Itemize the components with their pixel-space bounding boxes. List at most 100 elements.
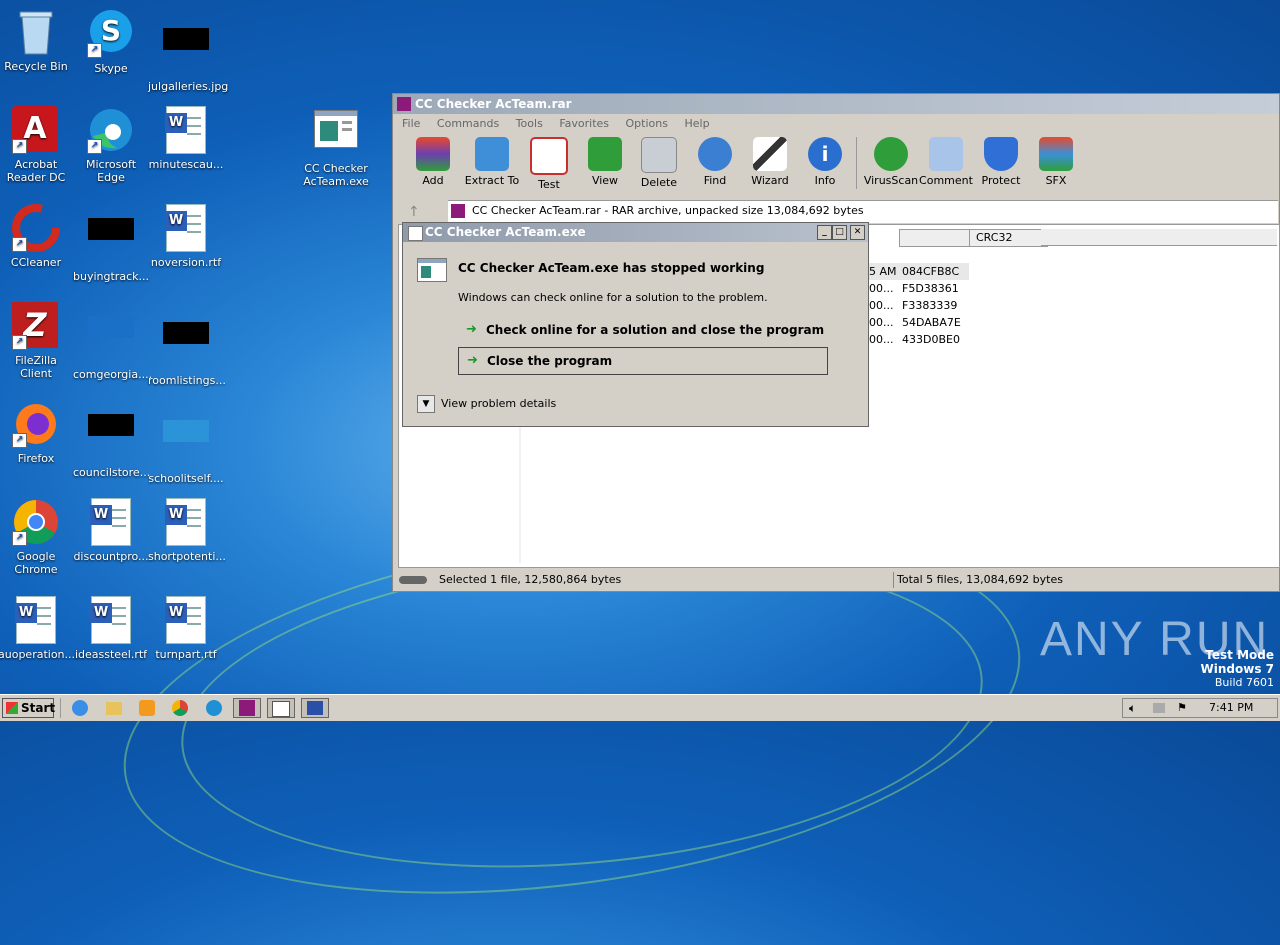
image-file-icon [162, 28, 210, 76]
comment-icon [929, 137, 963, 171]
menu-commands[interactable]: Commands [437, 117, 499, 130]
taskbar-chrome-icon[interactable] [166, 698, 194, 718]
desktop-icon-minutescau[interactable]: W minutescau... [148, 106, 224, 171]
toolbar-wizard-button[interactable]: Wizard [742, 135, 798, 187]
flag-icon[interactable]: ⚑ [1177, 701, 1187, 714]
view-problem-details[interactable]: View problem details [441, 397, 556, 410]
minimize-button[interactable]: _ [817, 225, 832, 240]
toolbar-protect-button[interactable]: Protect [973, 135, 1029, 187]
add-archive-icon [416, 137, 450, 171]
toolbar-find-button[interactable]: Find [687, 135, 743, 187]
desktop-icon-cc-checker[interactable]: CC Checker AcTeam.exe [298, 106, 374, 188]
error-dialog: CC Checker AcTeam.exe _ □ ✕ CC Checker A… [402, 222, 869, 427]
toolbar-test-button[interactable]: Test [521, 135, 577, 191]
desktop-icon-ccleaner[interactable]: ↗ CCleaner [0, 204, 74, 269]
desktop-icon-acrobat[interactable]: A ↗ Acrobat Reader DC [0, 106, 74, 184]
desktop-icon-recycle-bin[interactable]: Recycle Bin [0, 8, 74, 73]
address-bar[interactable]: CC Checker AcTeam.rar - RAR archive, unp… [448, 200, 1278, 223]
dialog-heading: CC Checker AcTeam.exe has stopped workin… [458, 261, 765, 275]
toolbar-add-button[interactable]: Add [405, 135, 461, 187]
word-document-icon: W [162, 106, 210, 154]
file-thumbnail-icon [162, 322, 210, 370]
chrome-icon: ↗ [12, 498, 60, 546]
drive-icon [399, 576, 427, 584]
taskbar: Start 🔈︎ ⚑ 7:41 PM [0, 694, 1280, 721]
desktop-icon-skype[interactable]: S ↗ Skype [73, 8, 149, 75]
close-program-option[interactable]: ➜ Close the program [458, 347, 828, 375]
toolbar-sfx-button[interactable]: SFX [1028, 135, 1084, 187]
maximize-button[interactable]: □ [832, 225, 847, 240]
winrar-toolbar: Add Extract To Test View Delete Find Wiz… [393, 133, 1279, 195]
column-header-spacer [1041, 229, 1277, 246]
info-icon: i [808, 137, 842, 171]
bug-icon [874, 137, 908, 171]
menu-file[interactable]: File [402, 117, 420, 130]
desktop-icon-discountpro[interactable]: W discountpro... [73, 498, 149, 563]
menu-help[interactable]: Help [684, 117, 709, 130]
taskbar-explorer-icon[interactable] [100, 698, 128, 718]
start-button[interactable]: Start [2, 698, 55, 718]
taskbar-cc-checker-icon[interactable] [267, 698, 295, 718]
taskbar-media-player-icon[interactable] [133, 698, 161, 718]
check-online-option[interactable]: ➜ Check online for a solution and close … [458, 317, 824, 343]
word-document-icon: W [162, 204, 210, 252]
speaker-icon[interactable]: 🔈︎ [1129, 701, 1136, 716]
desktop-icon-councilstore[interactable]: councilstore... [73, 400, 150, 479]
up-arrow-icon[interactable]: ↑ [408, 204, 420, 220]
desktop-icon-edge[interactable]: ↗ Microsoft Edge [73, 106, 149, 184]
network-icon[interactable] [1153, 703, 1165, 713]
desktop-icon-roomlistings[interactable]: roomlistings... [148, 302, 226, 387]
file-thumbnail-icon [87, 414, 135, 462]
taskbar-edge-icon[interactable] [200, 698, 228, 718]
exe-window-icon [312, 110, 360, 158]
word-document-icon: W [162, 596, 210, 644]
close-button[interactable]: ✕ [850, 225, 865, 240]
column-header-modified[interactable] [899, 229, 971, 247]
desktop-icon-schoolitself[interactable]: schoolitself.... [148, 400, 224, 485]
trash-icon [641, 137, 677, 173]
toolbar-virusscan-button[interactable]: VirusScan [861, 135, 921, 187]
windows-logo-icon [6, 702, 18, 714]
desktop-icon-julgalleries[interactable]: julgalleries.jpg [148, 8, 228, 93]
taskbar-ie-icon[interactable] [66, 698, 94, 718]
toolbar-view-button[interactable]: View [577, 135, 633, 187]
desktop-icon-comgeorgia[interactable]: comgeorgia.... [73, 302, 152, 381]
toolbar-extract-button[interactable]: Extract To [461, 135, 523, 187]
menu-favorites[interactable]: Favorites [559, 117, 609, 130]
green-arrow-icon: ➜ [466, 322, 477, 337]
menu-options[interactable]: Options [626, 117, 668, 130]
firefox-icon: ↗ [12, 400, 60, 448]
winrar-titlebar[interactable]: CC Checker AcTeam.rar [393, 94, 1279, 114]
dialog-titlebar[interactable]: CC Checker AcTeam.exe _ □ ✕ [403, 223, 868, 242]
toolbar-comment-button[interactable]: Comment [917, 135, 975, 187]
clock[interactable]: 7:41 PM [1209, 701, 1253, 714]
desktop-icon-chrome[interactable]: ↗ Google Chrome [0, 498, 74, 576]
table-row[interactable]: 5 AM 084CFB8C [869, 263, 969, 280]
winrar-app-icon [397, 97, 411, 111]
toolbar-separator [856, 137, 857, 189]
archive-icon [451, 204, 465, 218]
toolbar-info-button[interactable]: i Info [797, 135, 853, 187]
toolbar-delete-button[interactable]: Delete [631, 135, 687, 189]
desktop-icon-buyingtrack[interactable]: buyingtrack... [73, 204, 149, 283]
desktop-icon-noversion[interactable]: W noversion.rtf [148, 204, 224, 269]
taskbar-error-dialog-icon[interactable] [301, 698, 329, 718]
winrar-menubar: File Commands Tools Favorites Options He… [393, 114, 1279, 133]
desktop-icon-firefox[interactable]: ↗ Firefox [0, 400, 74, 465]
recycle-bin-icon [12, 8, 60, 56]
dialog-title: CC Checker AcTeam.exe [425, 225, 586, 239]
magnifier-icon [698, 137, 732, 171]
shield-icon [984, 137, 1018, 171]
expand-details-chevron-icon[interactable]: ▼ [417, 395, 435, 413]
desktop-icon-auoperation[interactable]: W auoperation.... [0, 596, 79, 661]
desktop-icon-shortpotenti[interactable]: W shortpotenti... [148, 498, 226, 563]
column-header-crc[interactable]: CRC32 [969, 229, 1048, 247]
desktop-icon-ideassteel[interactable]: W ideassteel.rtf [73, 596, 149, 661]
address-text: CC Checker AcTeam.rar - RAR archive, unp… [472, 204, 864, 217]
taskbar-winrar-icon[interactable] [233, 698, 261, 718]
acrobat-icon: A ↗ [12, 106, 60, 154]
file-thumbnail-icon [87, 218, 135, 266]
desktop-icon-filezilla[interactable]: Z ↗ FileZilla Client [0, 302, 74, 380]
menu-tools[interactable]: Tools [516, 117, 543, 130]
desktop-icon-turnpart[interactable]: W turnpart.rtf [148, 596, 224, 661]
